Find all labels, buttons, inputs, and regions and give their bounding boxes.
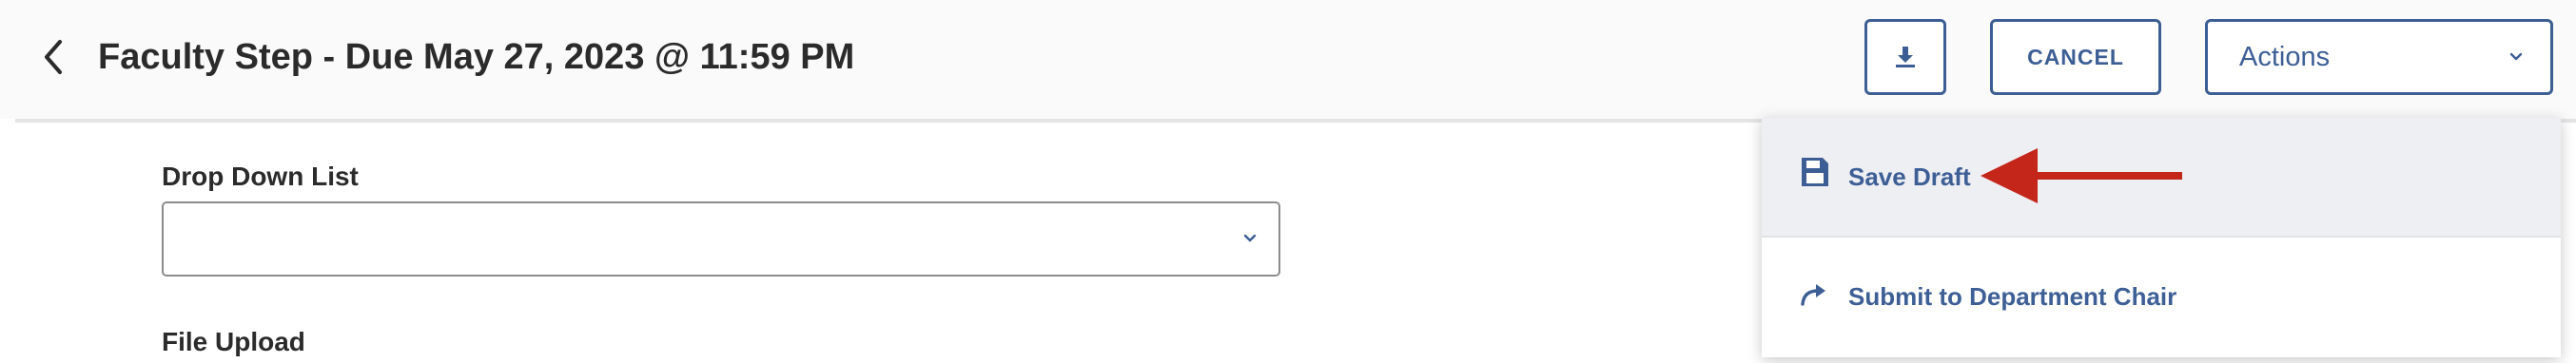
header-bar: Faculty Step - Due May 27, 2023 @ 11:59 … [0,0,2576,119]
chevron-down-icon [2509,52,2523,61]
drop-down-list-select[interactable] [162,201,1280,277]
actions-label: Actions [2239,41,2331,72]
back-button[interactable] [34,36,72,78]
menu-item-submit-to-department-chair[interactable]: Submit to Department Chair [1762,237,2561,357]
chevron-left-icon [45,40,62,74]
share-arrow-icon [1800,282,1828,307]
save-draft-label: Save Draft [1848,162,1971,191]
dropdown-label: Drop Down List [162,162,359,191]
submit-label: Submit to Department Chair [1848,282,2177,311]
page-title: Faculty Step - Due May 27, 2023 @ 11:59 … [98,37,855,77]
chevron-down-icon [1243,234,1257,242]
annotation-arrow-icon [1981,148,2182,203]
actions-dropdown-button[interactable]: Actions [2205,19,2553,95]
cancel-button[interactable]: CANCEL [1990,19,2161,95]
page: Faculty Step - Due May 27, 2023 @ 11:59 … [0,0,2576,363]
file-upload-label: File Upload [162,327,305,356]
floppy-disk-icon [1800,156,1830,188]
download-button[interactable] [1864,19,1946,95]
download-icon [1896,47,1915,67]
